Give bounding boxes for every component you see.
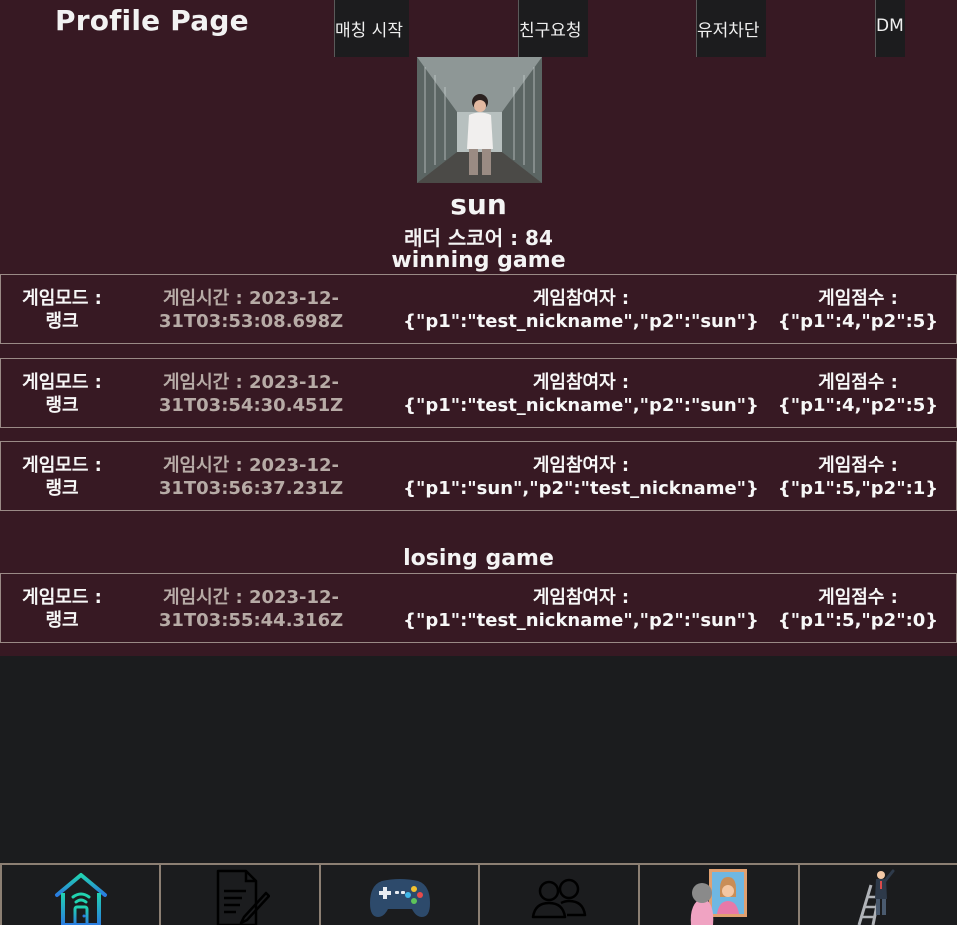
game-players-value: {"p1":"test_nickname","p2":"sun"} — [403, 395, 759, 416]
game-players-label: 게임참여자 : — [532, 288, 630, 309]
game-players-label: 게임참여자 : — [532, 455, 630, 476]
game-mode-value: 랭크 — [45, 311, 79, 332]
game-mode-label: 게임모드 : — [22, 372, 102, 393]
page-title: Profile Page — [55, 4, 249, 37]
game-mode-cell: 게임모드 : 랭크 — [1, 371, 123, 417]
game-time: 게임시간 : 2023-12-31T03:56:37.231Z — [158, 455, 344, 499]
game-players-cell: 게임참여자 : {"p1":"test_nickname","p2":"sun"… — [401, 586, 761, 632]
game-players-value: {"p1":"test_nickname","p2":"sun"} — [403, 311, 759, 332]
bottom-nav — [0, 863, 957, 925]
friends-icon — [531, 878, 587, 919]
game-mode-label: 게임모드 : — [22, 288, 102, 309]
game-score-cell: 게임점수 : {"p1":5,"p2":1} — [773, 454, 943, 500]
game-mode-cell: 게임모드 : 랭크 — [1, 586, 123, 632]
game-score-cell: 게임점수 : {"p1":4,"p2":5} — [773, 287, 943, 333]
game-score-value: {"p1":4,"p2":5} — [777, 311, 939, 332]
game-players-cell: 게임참여자 : {"p1":"sun","p2":"test_nickname"… — [401, 454, 761, 500]
game-players-label: 게임참여자 : — [532, 587, 630, 608]
nav-game[interactable] — [321, 865, 480, 925]
nav-friends[interactable] — [480, 865, 640, 925]
game-score-value: {"p1":4,"p2":5} — [777, 395, 939, 416]
game-players-cell: 게임참여자 : {"p1":"test_nickname","p2":"sun"… — [401, 371, 761, 417]
game-mode-label: 게임모드 : — [22, 455, 102, 476]
nav-ranking[interactable] — [800, 865, 957, 925]
document-icon — [216, 869, 270, 925]
game-score-value: {"p1":5,"p2":1} — [777, 478, 939, 499]
nav-board[interactable] — [161, 865, 321, 925]
game-mode-label: 게임모드 : — [22, 587, 102, 608]
game-time: 게임시간 : 2023-12-31T03:55:44.316Z — [158, 587, 344, 631]
game-players-cell: 게임참여자 : {"p1":"test_nickname","p2":"sun"… — [401, 287, 761, 333]
game-record-row: 게임모드 : 랭크 게임시간 : 2023-12-31T03:53:08.698… — [0, 274, 957, 344]
game-mode-value: 랭크 — [45, 610, 79, 631]
nav-home[interactable] — [0, 865, 161, 925]
game-score-cell: 게임점수 : {"p1":4,"p2":5} — [773, 371, 943, 417]
game-time: 게임시간 : 2023-12-31T03:54:30.451Z — [158, 372, 344, 416]
block-user-button[interactable]: 유저차단 — [696, 0, 766, 57]
game-score-cell: 게임점수 : {"p1":5,"p2":0} — [773, 586, 943, 632]
username: sun — [450, 188, 507, 221]
game-mode-value: 랭크 — [45, 478, 79, 499]
game-players-value: {"p1":"test_nickname","p2":"sun"} — [403, 610, 759, 631]
profile-avatar — [417, 57, 542, 183]
losing-games-heading: losing game — [403, 546, 554, 571]
ladder-climber-icon — [857, 869, 894, 925]
game-score-label: 게임점수 : — [818, 372, 898, 393]
game-record-row: 게임모드 : 랭크 게임시간 : 2023-12-31T03:55:44.316… — [0, 573, 957, 643]
nav-profile[interactable] — [640, 865, 800, 925]
game-mode-cell: 게임모드 : 랭크 — [1, 287, 123, 333]
ladder-score: 래더 스코어 : 84 — [404, 226, 553, 250]
game-record-row: 게임모드 : 랭크 게임시간 : 2023-12-31T03:56:37.231… — [0, 441, 957, 511]
gamepad-icon — [369, 879, 430, 917]
game-score-value: {"p1":5,"p2":0} — [777, 610, 939, 631]
friend-request-button[interactable]: 친구요청 — [518, 0, 588, 57]
winning-games-heading: winning game — [391, 248, 566, 273]
start-matching-button[interactable]: 매칭 시작 — [334, 0, 409, 57]
game-time: 게임시간 : 2023-12-31T03:53:08.698Z — [158, 288, 344, 332]
game-score-label: 게임점수 : — [818, 288, 898, 309]
dm-button[interactable]: DM — [875, 0, 905, 57]
profile-section: Profile Page 매칭 시작 친구요청 유저차단 DM sun 래더 스… — [0, 0, 957, 656]
game-players-label: 게임참여자 : — [532, 372, 630, 393]
game-score-label: 게임점수 : — [818, 587, 898, 608]
game-players-value: {"p1":"sun","p2":"test_nickname"} — [403, 478, 759, 499]
game-mode-cell: 게임모드 : 랭크 — [1, 454, 123, 500]
game-record-row: 게임모드 : 랭크 게임시간 : 2023-12-31T03:54:30.451… — [0, 358, 957, 428]
profile-portrait-icon — [690, 869, 747, 925]
home-icon — [54, 873, 107, 925]
game-mode-value: 랭크 — [45, 395, 79, 416]
game-score-label: 게임점수 : — [818, 455, 898, 476]
